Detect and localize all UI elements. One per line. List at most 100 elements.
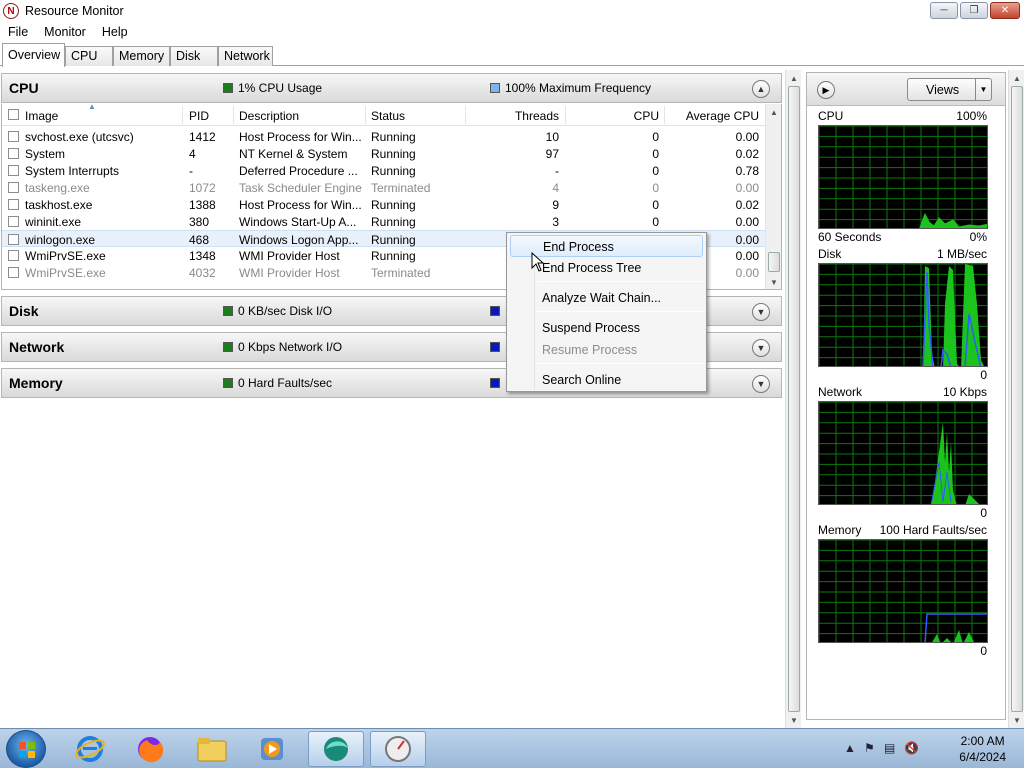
show-hidden-icons-icon[interactable]: ▲ xyxy=(844,741,856,755)
table-row[interactable]: svchost.exe (utcsvc) 1412 Host Process for… xyxy=(2,128,765,145)
row-checkbox[interactable] xyxy=(8,234,19,245)
disk-expand-button[interactable]: ▼ xyxy=(752,303,770,321)
col-pid[interactable]: PID xyxy=(189,109,209,123)
table-row[interactable]: taskhost.exe 1388 Host Process for Win... R… xyxy=(2,196,765,213)
row-checkbox[interactable] xyxy=(8,182,19,193)
scroll-down-icon[interactable]: ▼ xyxy=(766,274,781,289)
clock[interactable]: 2:00 AM 6/4/2024 xyxy=(959,733,1006,765)
tab-disk[interactable]: Disk xyxy=(170,46,218,66)
media-player-icon xyxy=(261,738,283,760)
collapse-graphs-button[interactable]: ▶ xyxy=(817,81,835,99)
main-scrollbar-thumb[interactable] xyxy=(788,86,800,712)
row-checkbox[interactable] xyxy=(8,148,19,159)
cpu-collapse-button[interactable]: ▲ xyxy=(752,80,770,98)
col-cpu[interactable]: CPU xyxy=(602,109,659,123)
resource-monitor-app-icon[interactable]: N xyxy=(3,3,19,19)
memory-graph-min: 0 xyxy=(980,644,987,658)
tab-memory[interactable]: Memory xyxy=(113,46,170,66)
disk-io-text: 0 KB/sec Disk I/O xyxy=(238,304,333,318)
cpu-section-header[interactable]: CPU 1% CPU Usage 100% Maximum Frequency … xyxy=(1,73,782,103)
taskbar-firefox[interactable] xyxy=(122,731,178,767)
menu-analyze-wait-chain[interactable]: Analyze Wait Chain... xyxy=(510,287,703,309)
row-checkbox[interactable] xyxy=(8,216,19,227)
row-checkbox[interactable] xyxy=(8,199,19,210)
menu-search-online[interactable]: Search Online xyxy=(510,369,703,391)
disk-graph-max: 1 MB/sec xyxy=(936,247,987,261)
cell-description: NT Kernel & System xyxy=(239,147,348,161)
col-average-cpu[interactable]: Average CPU xyxy=(672,109,759,123)
select-all-checkbox[interactable] xyxy=(8,109,19,120)
cell-avg-cpu: 0.00 xyxy=(735,215,759,229)
disk-graph-min: 0 xyxy=(980,368,987,382)
views-dropdown[interactable]: Views ▼ xyxy=(907,78,992,101)
scroll-up-icon[interactable]: ▲ xyxy=(1009,70,1024,86)
cell-avg-cpu: 0.02 xyxy=(735,198,759,212)
maximize-button[interactable]: ❐ xyxy=(960,2,988,19)
scroll-down-icon[interactable]: ▼ xyxy=(786,712,802,728)
taskbar-file-explorer[interactable] xyxy=(184,731,240,767)
table-row[interactable]: System Interrupts - Deferred Procedure ...… xyxy=(2,162,765,179)
main-scrollbar[interactable]: ▲ ▼ xyxy=(785,70,801,728)
memory-expand-button[interactable]: ▼ xyxy=(752,375,770,393)
cell-image: System xyxy=(25,147,66,161)
tab-cpu[interactable]: CPU xyxy=(65,46,113,66)
graphs-scrollbar-thumb[interactable] xyxy=(1011,86,1023,712)
cpu-table-scrollbar[interactable]: ▲ ▼ xyxy=(765,104,781,289)
table-header: Image ▲ PID Description Status Threads C… xyxy=(2,104,765,126)
cpu-frequency-text: 100% Maximum Frequency xyxy=(505,81,652,95)
cell-image: wininit.exe xyxy=(25,215,82,229)
taskbar-media-player[interactable] xyxy=(244,731,300,767)
cell-description: Host Process for Win... xyxy=(239,130,362,144)
cell-pid: 4 xyxy=(189,147,196,161)
close-button[interactable]: ✕ xyxy=(990,2,1020,19)
menu-monitor[interactable]: Monitor xyxy=(36,25,94,39)
row-checkbox[interactable] xyxy=(8,250,19,261)
table-row[interactable]: wininit.exe 380 Windows Start-Up A... Runni… xyxy=(2,213,765,230)
volume-muted-icon[interactable]: 🔇 xyxy=(904,741,919,755)
cell-image: WmiPrvSE.exe xyxy=(25,249,106,263)
taskbar-internet-explorer[interactable] xyxy=(62,731,118,767)
table-row[interactable]: System 4 NT Kernel & System Running 97 0 0.02 xyxy=(2,145,765,162)
cell-status: Running xyxy=(371,198,416,212)
network-io-indicator: 0 Kbps Network I/O xyxy=(223,340,342,354)
memory-graph xyxy=(818,539,988,643)
flag-icon[interactable]: ⚑ xyxy=(864,741,875,755)
taskbar-resource-monitor[interactable] xyxy=(370,731,426,767)
table-row[interactable]: taskeng.exe 1072 Task Scheduler Engine Term… xyxy=(2,179,765,196)
col-description[interactable]: Description xyxy=(239,109,299,123)
col-status[interactable]: Status xyxy=(371,109,405,123)
menu-file[interactable]: File xyxy=(0,25,36,39)
row-checkbox[interactable] xyxy=(8,131,19,142)
network-icon[interactable]: ▤ xyxy=(884,741,895,755)
cell-cpu: 0 xyxy=(652,215,659,229)
chevron-up-icon: ▲ xyxy=(756,84,766,94)
start-button[interactable] xyxy=(6,730,46,768)
scroll-up-icon[interactable]: ▲ xyxy=(786,70,802,86)
scroll-down-icon[interactable]: ▼ xyxy=(1009,712,1024,728)
menu-help[interactable]: Help xyxy=(94,25,136,39)
row-checkbox[interactable] xyxy=(8,267,19,278)
graphs-panel-scrollbar[interactable]: ▲ ▼ xyxy=(1008,70,1024,728)
minimize-button[interactable]: ─ xyxy=(930,2,958,19)
network-graph-min: 0 xyxy=(980,506,987,520)
menu-suspend-process[interactable]: Suspend Process xyxy=(510,317,703,339)
tab-network[interactable]: Network xyxy=(218,46,273,66)
cell-pid: 1388 xyxy=(189,198,216,212)
scrollbar-thumb[interactable] xyxy=(768,252,780,272)
scroll-up-icon[interactable]: ▲ xyxy=(766,104,781,120)
menu-resume-process: Resume Process xyxy=(542,343,638,357)
menu-bar: File Monitor Help xyxy=(0,22,1024,42)
app-icon xyxy=(324,737,348,761)
tab-overview[interactable]: Overview xyxy=(2,43,65,67)
cell-status: Running xyxy=(371,233,416,247)
network-expand-button[interactable]: ▼ xyxy=(752,339,770,357)
cell-threads: 97 xyxy=(545,147,559,161)
cell-description: Host Process for Win... xyxy=(239,198,362,212)
taskbar: ▲ ⚑ ▤ 🔇 2:00 AM 6/4/2024 xyxy=(0,728,1024,768)
taskbar-app-active[interactable] xyxy=(308,731,364,767)
cell-image: System Interrupts xyxy=(25,164,120,178)
col-image[interactable]: Image xyxy=(25,109,58,123)
col-threads[interactable]: Threads xyxy=(482,109,559,123)
row-checkbox[interactable] xyxy=(8,165,19,176)
network-io-swatch xyxy=(223,342,233,352)
